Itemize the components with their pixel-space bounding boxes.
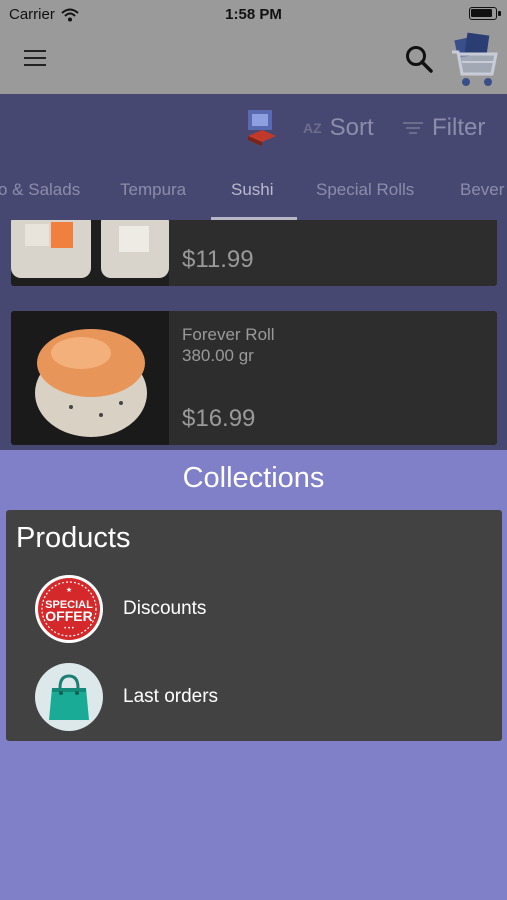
- product-image: [11, 311, 169, 445]
- products-section-title: Products: [16, 522, 131, 554]
- collection-item-label: Discounts: [123, 598, 207, 619]
- product-weight: 380.00 gr: [182, 346, 254, 365]
- battery-icon: [469, 7, 501, 20]
- hamburger-menu-icon[interactable]: [24, 50, 46, 68]
- product-price: $11.99: [182, 246, 254, 273]
- view-mode-icon[interactable]: [244, 106, 280, 146]
- product-price: $16.99: [182, 405, 256, 432]
- product-name: Forever Roll: [182, 325, 275, 344]
- status-time: 1:58 PM: [225, 6, 282, 23]
- badge-text-line2: OFFER: [45, 608, 92, 624]
- shopping-bag-icon: [35, 663, 103, 731]
- product-list: $11.99 Forever Roll 380.00 gr $16.99: [0, 220, 507, 450]
- sort-az-icon: AZ: [303, 120, 322, 136]
- sort-button[interactable]: AZ Sort: [303, 114, 374, 142]
- collections-sheet: Collections Products ★ SPECIAL OFFER • •…: [0, 450, 507, 900]
- category-tabs: o & Salads Tempura Sushi Special Rolls B…: [0, 160, 507, 220]
- tab-beverages[interactable]: Bever: [460, 180, 504, 200]
- tab-special-rolls[interactable]: Special Rolls: [316, 180, 414, 200]
- collections-title: Collections: [182, 462, 325, 494]
- sort-label: Sort: [329, 114, 374, 141]
- collection-item-last-orders[interactable]: Last orders: [6, 662, 502, 738]
- filter-button[interactable]: Filter: [402, 114, 485, 142]
- special-offer-icon: ★ SPECIAL OFFER • • •: [35, 575, 103, 643]
- svg-text:• • •: • • •: [64, 626, 74, 632]
- cart-icon[interactable]: [448, 32, 502, 88]
- tab-salads[interactable]: o & Salads: [0, 180, 80, 200]
- tab-tempura[interactable]: Tempura: [120, 180, 186, 200]
- filter-label: Filter: [432, 114, 486, 141]
- products-panel: Products ★ SPECIAL OFFER • • • Discounts: [6, 510, 502, 741]
- filter-icon: [402, 119, 424, 137]
- app-header: [0, 28, 507, 94]
- collection-item-label: Last orders: [123, 686, 219, 707]
- status-bar: Carrier 1:58 PM: [0, 0, 507, 28]
- collection-item-discounts[interactable]: ★ SPECIAL OFFER • • • Discounts: [6, 574, 502, 650]
- product-card[interactable]: Forever Roll 380.00 gr $16.99: [11, 311, 497, 445]
- product-image: [11, 220, 169, 286]
- product-card[interactable]: $11.99: [11, 220, 497, 286]
- svg-text:★: ★: [66, 586, 72, 594]
- sort-filter-bar: AZ Sort Filter: [0, 94, 507, 160]
- tab-sushi[interactable]: Sushi: [231, 180, 274, 200]
- search-icon[interactable]: [404, 44, 434, 74]
